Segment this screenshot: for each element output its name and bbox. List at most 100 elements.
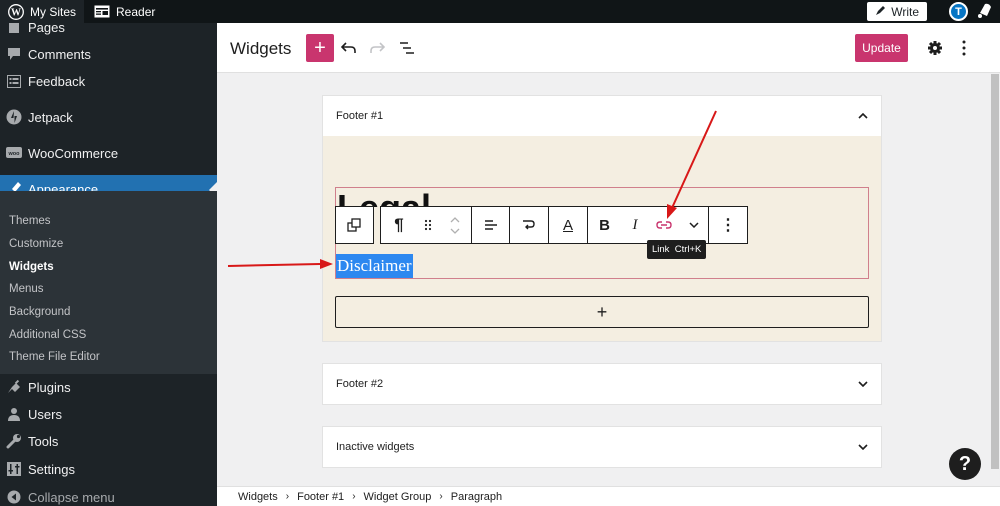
- selected-paragraph-text[interactable]: Disclaimer: [336, 254, 413, 278]
- block-breadcrumb: Widgets › Footer #1 › Widget Group › Par…: [217, 486, 1000, 506]
- options-menu-button[interactable]: [953, 37, 975, 59]
- block-type-button[interactable]: ¶: [381, 207, 417, 243]
- align-button[interactable]: [472, 207, 510, 243]
- transform-button[interactable]: [510, 207, 549, 243]
- sidebar-item-users[interactable]: Users: [0, 399, 217, 429]
- widget-area-title: Inactive widgets: [336, 441, 415, 453]
- select-parent-button[interactable]: [336, 207, 372, 243]
- chevron-right-icon: ›: [439, 491, 443, 502]
- align-left-icon: [484, 220, 497, 230]
- text-color-button[interactable]: A: [549, 207, 588, 243]
- redo-button[interactable]: [366, 37, 388, 59]
- chevron-down-icon[interactable]: [858, 381, 868, 387]
- widget-area-title: Footer #1: [336, 110, 384, 122]
- chevron-right-icon: ›: [352, 491, 356, 502]
- sidebar-item-label: Settings: [28, 461, 75, 477]
- move-up-icon: [450, 216, 460, 222]
- block-options-button[interactable]: ⋮: [709, 207, 747, 243]
- sidebar-item-feedback[interactable]: Feedback: [0, 66, 217, 96]
- italic-button[interactable]: I: [621, 207, 649, 243]
- widgets-canvas: Footer #1 Legal Disclaimer + Footer #2 I…: [217, 74, 989, 486]
- submenu-item-menus[interactable]: Menus: [9, 283, 44, 295]
- breadcrumb-item[interactable]: Widgets: [238, 491, 278, 503]
- drag-handle-icon: [424, 219, 432, 231]
- my-sites-link[interactable]: W My Sites: [0, 0, 85, 23]
- sidebar-item-label: Pages: [28, 23, 65, 35]
- drag-handle[interactable]: [417, 207, 439, 243]
- settings-button[interactable]: [924, 37, 946, 59]
- settings-sliders-icon: [6, 461, 22, 477]
- jetpack-icon: [6, 109, 22, 125]
- widget-area-footer-2: Footer #2: [322, 363, 882, 405]
- sidebar-item-label: WooCommerce: [28, 145, 119, 161]
- link-tooltip: Link Ctrl+K: [647, 240, 707, 259]
- submenu-item-background[interactable]: Background: [9, 306, 70, 318]
- link-button[interactable]: [649, 207, 679, 243]
- sidebar-item-comments[interactable]: Comments: [0, 39, 217, 69]
- more-formatting-button[interactable]: [679, 207, 709, 243]
- parent-block-toolbar: [335, 206, 374, 244]
- reader-link[interactable]: Reader: [84, 0, 163, 23]
- breadcrumb-item[interactable]: Widget Group: [364, 491, 432, 503]
- paragraph-icon: ¶: [394, 215, 404, 234]
- collapse-label: Collapse menu: [28, 489, 115, 505]
- appearance-submenu: Themes Customize Widgets Menus Backgroun…: [0, 191, 217, 374]
- sidebar-item-label: Feedback: [28, 73, 86, 89]
- bold-icon: B: [599, 216, 610, 234]
- tools-wrench-icon: [6, 433, 22, 449]
- bold-button[interactable]: B: [588, 207, 621, 243]
- reader-label: Reader: [116, 4, 156, 19]
- widget-area-header[interactable]: Footer #1: [323, 96, 881, 136]
- sidebar-item-woocommerce[interactable]: woo WooCommerce: [0, 138, 217, 168]
- block-toolbar: ¶ A B I ⋮: [380, 206, 748, 244]
- plus-icon: +: [596, 301, 608, 322]
- chevron-up-icon[interactable]: [858, 113, 868, 119]
- breadcrumb-item[interactable]: Footer #1: [297, 491, 344, 503]
- sidebar-item-label: Plugins: [28, 379, 71, 395]
- text-color-icon: A: [562, 216, 573, 234]
- italic-icon: I: [632, 216, 638, 233]
- write-label: Write: [891, 4, 919, 19]
- collapse-menu-button[interactable]: Collapse menu: [0, 482, 217, 506]
- group-block-icon: [347, 218, 361, 232]
- notifications-bell-icon[interactable]: [976, 1, 994, 22]
- chevron-down-icon[interactable]: [858, 444, 868, 450]
- submenu-item-theme-file-editor[interactable]: Theme File Editor: [9, 351, 100, 363]
- move-buttons[interactable]: [439, 207, 472, 243]
- help-button[interactable]: ?: [949, 448, 981, 480]
- breadcrumb-item[interactable]: Paragraph: [451, 491, 502, 503]
- submenu-item-customize[interactable]: Customize: [9, 238, 63, 250]
- more-vertical-icon: ⋮: [720, 217, 736, 234]
- heading-block[interactable]: Legal: [337, 188, 431, 207]
- sidebar-item-jetpack[interactable]: Jetpack: [0, 102, 217, 132]
- add-block-appender[interactable]: +: [335, 296, 869, 328]
- user-avatar[interactable]: T: [949, 2, 968, 21]
- sidebar-item-tools[interactable]: Tools: [0, 426, 217, 456]
- list-view-button[interactable]: [396, 37, 418, 59]
- sidebar-item-plugins[interactable]: Plugins: [0, 372, 217, 402]
- write-button[interactable]: Write: [867, 2, 927, 21]
- submenu-item-widgets[interactable]: Widgets: [9, 261, 54, 273]
- update-button[interactable]: Update: [855, 34, 908, 62]
- transform-icon: [523, 220, 535, 230]
- submenu-item-themes[interactable]: Themes: [9, 215, 51, 227]
- pages-icon: [6, 23, 22, 35]
- widget-area-header[interactable]: Footer #2: [323, 364, 881, 404]
- admin-sidebar: Pages Comments Feedback Jetpack woo WooC…: [0, 23, 217, 506]
- undo-button[interactable]: [338, 37, 360, 59]
- editor-header: Widgets + Update: [217, 23, 1000, 73]
- scrollbar-thumb[interactable]: [991, 74, 999, 469]
- sidebar-item-label: Comments: [28, 46, 91, 62]
- sidebar-item-label: Users: [28, 406, 62, 422]
- collapse-arrow-icon: [6, 489, 22, 505]
- add-block-button[interactable]: +: [306, 34, 334, 62]
- svg-text:W: W: [11, 7, 21, 18]
- plus-icon: +: [314, 36, 326, 59]
- list-view-icon: [400, 42, 414, 54]
- widget-area-header[interactable]: Inactive widgets: [323, 427, 881, 467]
- sidebar-item-settings[interactable]: Settings: [0, 454, 217, 484]
- vertical-scrollbar[interactable]: [989, 74, 1000, 486]
- more-vertical-icon: [962, 40, 966, 56]
- submenu-item-additional-css[interactable]: Additional CSS: [9, 329, 86, 341]
- sidebar-item-label: Jetpack: [28, 109, 73, 125]
